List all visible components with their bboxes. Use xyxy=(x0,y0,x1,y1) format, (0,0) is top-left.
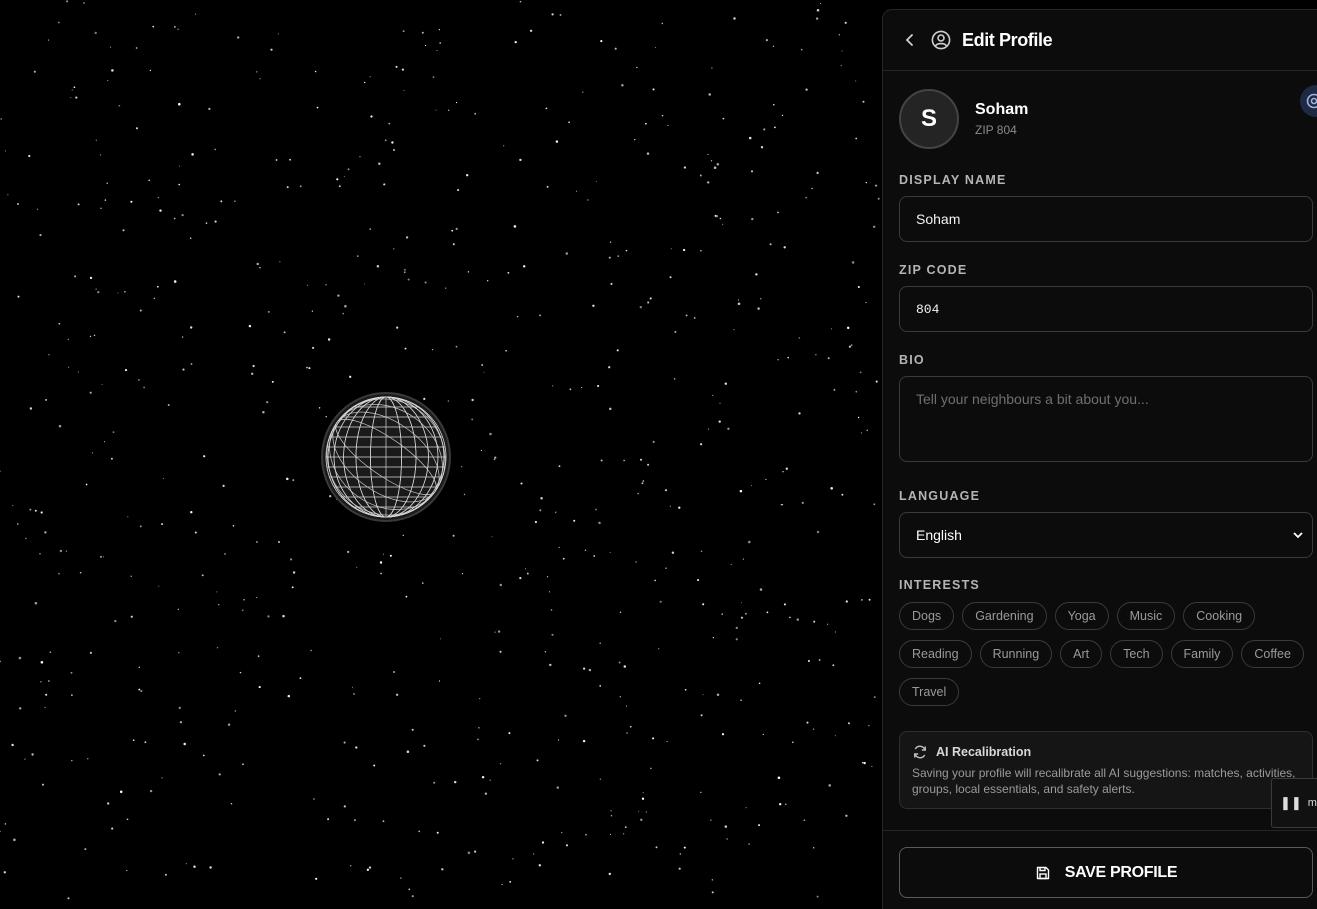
interest-chip[interactable]: Gardening xyxy=(962,602,1046,630)
interest-chip[interactable]: Coffee xyxy=(1241,640,1304,668)
profile-zip: ZIP 804 xyxy=(975,123,1028,137)
bio-label: BIO xyxy=(899,353,1317,367)
refresh-icon xyxy=(912,744,928,760)
save-icon xyxy=(1035,865,1051,881)
interest-chip[interactable]: Family xyxy=(1171,640,1234,668)
zip-code-label: ZIP CODE xyxy=(899,263,1317,277)
language-select[interactable]: English xyxy=(899,512,1313,558)
recalibration-text: Saving your profile will recalibrate all… xyxy=(912,765,1300,797)
interest-chip[interactable]: Art xyxy=(1060,640,1102,668)
interests-label: INTERESTS xyxy=(899,578,1317,592)
interest-chip[interactable]: Yoga xyxy=(1055,602,1109,630)
chevron-down-icon xyxy=(1292,529,1304,541)
recalibration-title: AI Recalibration xyxy=(936,745,1031,759)
wireframe-globe[interactable] xyxy=(302,373,469,540)
interest-chip[interactable]: Cooking xyxy=(1183,602,1255,630)
media-player-label: me xyxy=(1308,797,1317,809)
zip-code-input[interactable]: 804 xyxy=(899,286,1313,332)
pause-icon[interactable]: ❚❚ xyxy=(1280,795,1302,811)
panel-footer: SAVE PROFILE xyxy=(883,830,1317,898)
language-label: LANGUAGE xyxy=(899,489,1317,503)
avatar[interactable]: S xyxy=(899,89,959,149)
target-icon xyxy=(1306,93,1317,109)
page-title: Edit Profile xyxy=(962,30,1052,51)
interest-chip[interactable]: Reading xyxy=(899,640,972,668)
save-profile-button[interactable]: SAVE PROFILE xyxy=(899,847,1313,898)
starfield-canvas[interactable] xyxy=(0,0,882,903)
language-selected-value: English xyxy=(916,527,962,543)
interest-chip[interactable]: Tech xyxy=(1110,640,1162,668)
interest-chip[interactable]: Dogs xyxy=(899,602,954,630)
interest-chip[interactable]: Travel xyxy=(899,678,959,706)
interests-list: Dogs Gardening Yoga MusicCooking Reading Runn… xyxy=(899,602,1317,716)
display-name-input[interactable]: Soham xyxy=(899,196,1313,242)
display-name-label: DISPLAY NAME xyxy=(899,173,1317,187)
save-profile-label: SAVE PROFILE xyxy=(1065,864,1178,882)
bio-textarea[interactable]: Tell your neighbours a bit about you... xyxy=(899,376,1313,462)
panel-header: Edit Profile xyxy=(883,10,1317,71)
interest-chip[interactable]: Running xyxy=(980,640,1053,668)
edit-profile-panel: Edit Profile S Soham ZIP 804 DISPLAY NAM… xyxy=(882,9,1317,909)
profile-summary: S Soham ZIP 804 xyxy=(899,87,1317,151)
ai-recalibration-notice: AI Recalibration Saving your profile wil… xyxy=(899,731,1313,809)
user-circle-icon xyxy=(931,29,953,51)
media-player-widget[interactable]: ❚❚ me xyxy=(1271,778,1317,828)
panel-content: S Soham ZIP 804 DISPLAY NAME Soham ZIP C… xyxy=(883,87,1317,809)
chevron-left-icon xyxy=(903,33,917,47)
interest-chip[interactable]: Music xyxy=(1117,602,1176,630)
profile-name: Soham xyxy=(975,101,1028,119)
back-button[interactable] xyxy=(901,31,919,49)
